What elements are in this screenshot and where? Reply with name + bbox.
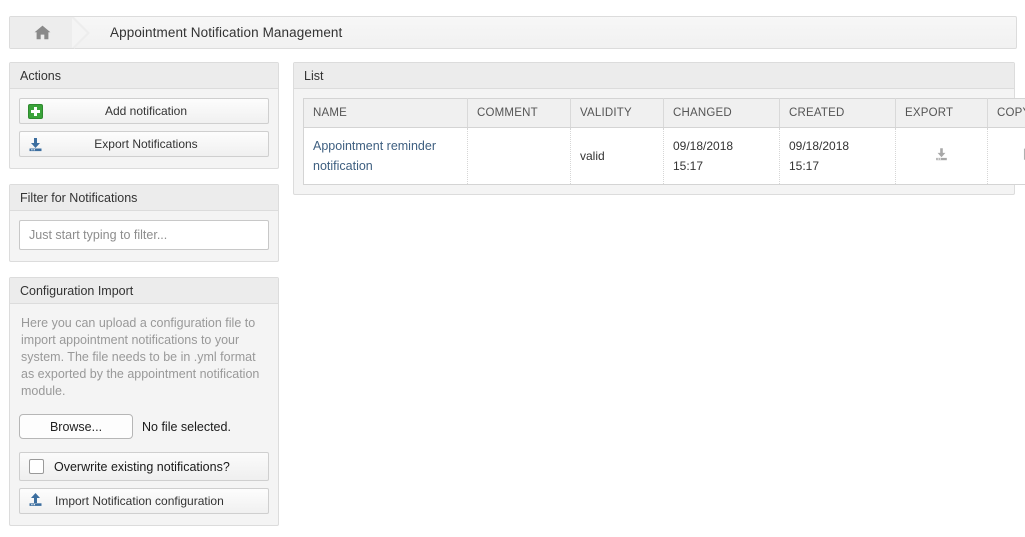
copy-pages-icon[interactable]	[1022, 147, 1025, 163]
list-widget: List NAME COMMENT VALIDITY CHANGED CREAT…	[293, 62, 1025, 195]
export-notifications-button[interactable]: Export Notifications	[19, 131, 269, 157]
table-body: Appointment reminder notification valid …	[303, 127, 1025, 185]
column-header-export: EXPORT	[895, 98, 988, 128]
table-header-row: NAME COMMENT VALIDITY CHANGED CREATED EX…	[303, 98, 1025, 128]
export-row-icon[interactable]	[934, 147, 949, 162]
breadcrumb-home-link[interactable]	[10, 17, 74, 48]
table-head: NAME COMMENT VALIDITY CHANGED CREATED EX…	[303, 98, 1025, 128]
file-upload-row: Browse... No file selected.	[19, 414, 269, 439]
cell-changed: 09/18/2018 15:17	[663, 127, 780, 185]
column-header-created[interactable]: CREATED	[779, 98, 896, 128]
overwrite-checkbox-label: Overwrite existing notifications?	[54, 459, 230, 474]
home-icon	[34, 25, 51, 40]
table-row: Appointment reminder notification valid …	[303, 127, 1025, 185]
sidebar: Actions Add notification Export Notifica…	[9, 62, 279, 537]
filter-widget-body	[10, 211, 278, 261]
import-notification-configuration-label: Import Notification configuration	[55, 494, 224, 508]
created-time: 15:17	[789, 159, 820, 173]
column-header-copy: COPY	[987, 98, 1025, 128]
list-widget-body: NAME COMMENT VALIDITY CHANGED CREATED EX…	[294, 89, 1025, 194]
actions-widget: Actions Add notification Export Notifica…	[9, 62, 279, 169]
file-selected-status: No file selected.	[142, 419, 231, 434]
column-header-comment[interactable]: COMMENT	[467, 98, 571, 128]
page-root: Appointment Notification Management Acti…	[0, 0, 1025, 537]
cell-name: Appointment reminder notification	[303, 127, 468, 185]
notification-name-link[interactable]: Appointment reminder notification	[313, 139, 436, 173]
actions-widget-header: Actions	[10, 63, 278, 89]
page-title: Appointment Notification Management	[110, 25, 343, 40]
main-content: List NAME COMMENT VALIDITY CHANGED CREAT…	[293, 62, 1025, 195]
cell-comment	[467, 127, 571, 185]
changed-date: 09/18/2018	[673, 139, 734, 153]
add-notification-button[interactable]: Add notification	[19, 98, 269, 124]
changed-time: 15:17	[673, 159, 704, 173]
actions-widget-body: Add notification Export Notifications	[10, 89, 278, 168]
column-header-changed[interactable]: CHANGED	[663, 98, 780, 128]
cell-created: 09/18/2018 15:17	[779, 127, 896, 185]
download-icon	[20, 137, 50, 152]
filter-input[interactable]	[19, 220, 269, 250]
export-notifications-label: Export Notifications	[94, 137, 198, 151]
notifications-table: NAME COMMENT VALIDITY CHANGED CREATED EX…	[303, 98, 1025, 185]
breadcrumb: Appointment Notification Management	[9, 16, 1017, 49]
configuration-import-header: Configuration Import	[10, 278, 278, 304]
filter-widget-header: Filter for Notifications	[10, 185, 278, 211]
cell-copy	[987, 127, 1025, 185]
chevron-right-icon	[72, 16, 90, 49]
plus-square-icon	[20, 103, 50, 119]
overwrite-checkbox-row[interactable]: Overwrite existing notifications?	[19, 452, 269, 481]
filter-widget: Filter for Notifications	[9, 184, 279, 262]
browse-button[interactable]: Browse...	[19, 414, 133, 439]
configuration-import-body: Here you can upload a configuration file…	[10, 304, 278, 525]
configuration-import-description: Here you can upload a configuration file…	[21, 316, 260, 398]
import-notification-configuration-button[interactable]: Import Notification configuration	[19, 488, 269, 514]
cell-export	[895, 127, 988, 185]
add-notification-label: Add notification	[104, 104, 188, 118]
column-header-name[interactable]: NAME	[303, 98, 468, 128]
column-header-validity[interactable]: VALIDITY	[570, 98, 664, 128]
list-widget-header: List	[294, 63, 1014, 89]
cell-validity: valid	[570, 127, 664, 185]
overwrite-checkbox[interactable]	[29, 459, 44, 474]
created-date: 09/18/2018	[789, 139, 850, 153]
configuration-import-widget: Configuration Import Here you can upload…	[9, 277, 279, 526]
upload-icon	[28, 492, 43, 510]
